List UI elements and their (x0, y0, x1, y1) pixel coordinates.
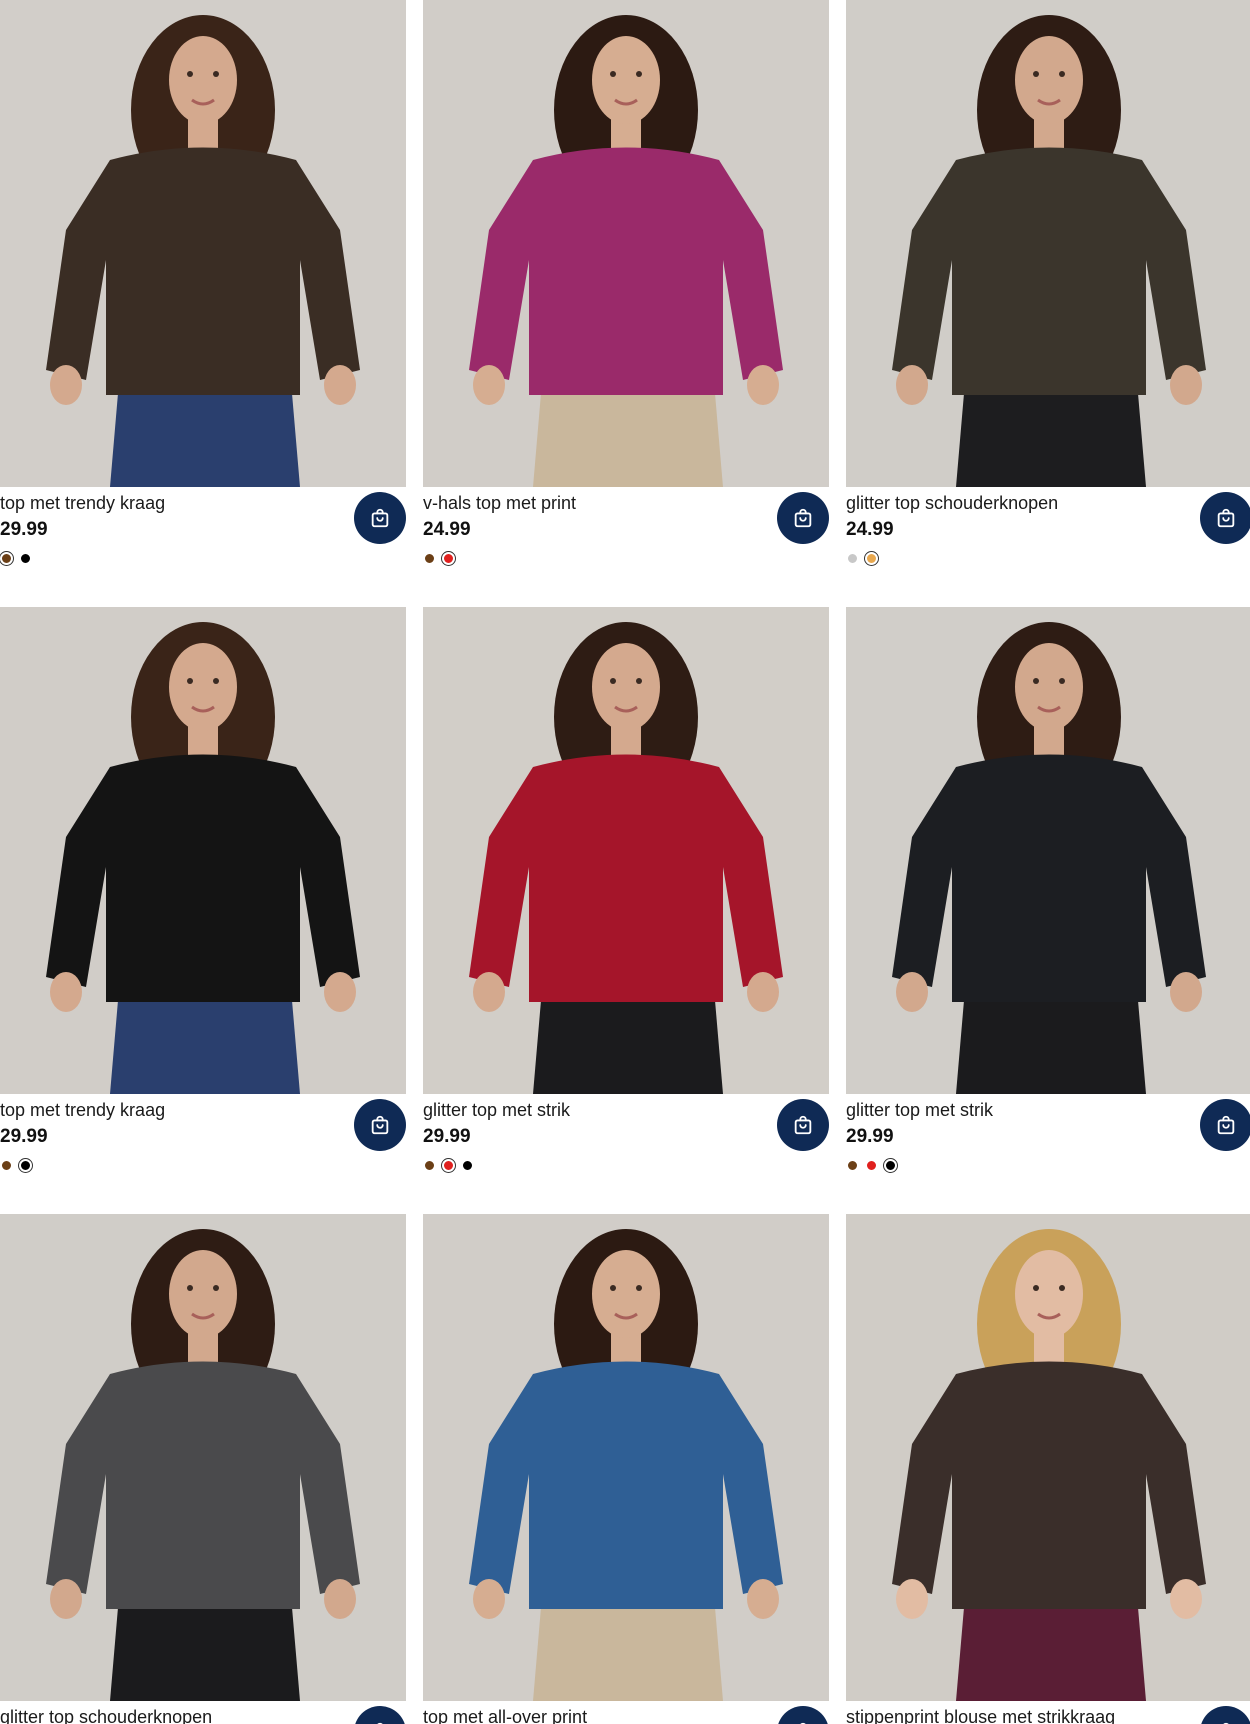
product-info: glitter top met strik 29.99 (423, 1094, 829, 1174)
product-card[interactable]: stippenprint blouse met strikkraag (846, 1214, 1250, 1724)
product-card[interactable]: top met trendy kraag 29.99 (0, 0, 406, 565)
shopping-bag-icon (1217, 1115, 1235, 1135)
product-info: top met trendy kraag 29.99 (0, 1094, 406, 1174)
product-title[interactable]: glitter top schouderknopen (846, 492, 1058, 514)
product-title[interactable]: top met all-over print (423, 1706, 587, 1724)
product-card[interactable]: glitter top met strik 29.99 (846, 607, 1250, 1172)
product-card[interactable]: v-hals top met print 24.99 (423, 0, 829, 565)
product-card[interactable]: glitter top schouderknopen 24.99 (846, 0, 1250, 565)
add-to-cart-button[interactable] (354, 1099, 406, 1151)
color-swatch[interactable] (884, 1158, 897, 1172)
product-title[interactable]: glitter top met strik (423, 1099, 570, 1121)
face-shape (1015, 643, 1083, 731)
product-info: v-hals top met print 24.99 (423, 487, 829, 567)
color-swatches (846, 551, 878, 565)
product-image[interactable] (0, 1214, 406, 1701)
model-photo (423, 607, 829, 1094)
product-title[interactable]: glitter top met strik (846, 1099, 993, 1121)
product-image[interactable] (0, 607, 406, 1094)
product-price: 24.99 (423, 519, 471, 540)
shopping-bag-icon (794, 508, 812, 528)
face-shape (592, 1250, 660, 1338)
product-info: glitter top schouderknopen 24.99 (846, 487, 1250, 567)
face-shape (169, 36, 237, 124)
product-image[interactable] (0, 0, 406, 487)
model-photo (423, 1214, 829, 1701)
shopping-bag-icon (1217, 508, 1235, 528)
product-title[interactable]: v-hals top met print (423, 492, 576, 514)
face-shape (169, 1250, 237, 1338)
shopping-bag-icon (794, 1115, 812, 1135)
product-image[interactable] (846, 0, 1250, 487)
product-price: 24.99 (846, 519, 894, 540)
model-photo (846, 0, 1250, 487)
face-shape (592, 643, 660, 731)
color-swatches (846, 1158, 897, 1172)
face-shape (592, 36, 660, 124)
product-price: 29.99 (423, 1126, 471, 1147)
color-swatch[interactable] (0, 551, 13, 565)
product-image[interactable] (423, 0, 829, 487)
color-swatch[interactable] (461, 1158, 474, 1172)
product-price: 29.99 (0, 1126, 48, 1147)
color-swatches (423, 551, 455, 565)
face-shape (169, 643, 237, 731)
color-swatch[interactable] (442, 551, 455, 565)
color-swatch[interactable] (423, 1158, 436, 1172)
product-image[interactable] (423, 1214, 829, 1701)
face-shape (1015, 1250, 1083, 1338)
model-photo (0, 0, 406, 487)
product-grid: top met trendy kraag 29.99 v-hals top me… (0, 0, 1250, 1724)
color-swatches (0, 1158, 32, 1172)
add-to-cart-button[interactable] (1200, 1099, 1250, 1151)
product-image[interactable] (423, 607, 829, 1094)
product-info: glitter top schouderknopen (0, 1701, 406, 1724)
model-photo (0, 1214, 406, 1701)
product-price: 29.99 (846, 1126, 894, 1147)
product-title[interactable]: top met trendy kraag (0, 1099, 165, 1121)
add-to-cart-button[interactable] (777, 1706, 829, 1724)
color-swatch[interactable] (19, 1158, 32, 1172)
color-swatch[interactable] (865, 551, 878, 565)
color-swatch[interactable] (865, 1158, 878, 1172)
color-swatch[interactable] (442, 1158, 455, 1172)
product-info: top met trendy kraag 29.99 (0, 487, 406, 567)
add-to-cart-button[interactable] (777, 1099, 829, 1151)
product-title[interactable]: stippenprint blouse met strikkraag (846, 1706, 1115, 1724)
add-to-cart-button[interactable] (1200, 492, 1250, 544)
product-image[interactable] (846, 607, 1250, 1094)
color-swatch[interactable] (846, 1158, 859, 1172)
color-swatches (0, 551, 32, 565)
color-swatch[interactable] (423, 551, 436, 565)
add-to-cart-button[interactable] (777, 492, 829, 544)
product-card[interactable]: glitter top schouderknopen (0, 1214, 406, 1724)
add-to-cart-button[interactable] (354, 1706, 406, 1724)
model-photo (846, 607, 1250, 1094)
add-to-cart-button[interactable] (354, 492, 406, 544)
product-image[interactable] (846, 1214, 1250, 1701)
model-photo (423, 0, 829, 487)
product-card[interactable]: glitter top met strik 29.99 (423, 607, 829, 1172)
product-info: top met all-over print (423, 1701, 829, 1724)
face-shape (1015, 36, 1083, 124)
shopping-bag-icon (371, 508, 389, 528)
product-title[interactable]: top met trendy kraag (0, 492, 165, 514)
color-swatch[interactable] (0, 1158, 13, 1172)
color-swatches (423, 1158, 474, 1172)
model-photo (0, 607, 406, 1094)
product-card[interactable]: top met all-over print (423, 1214, 829, 1724)
color-swatch[interactable] (19, 551, 32, 565)
product-info: glitter top met strik 29.99 (846, 1094, 1250, 1174)
shopping-bag-icon (371, 1115, 389, 1135)
model-photo (846, 1214, 1250, 1701)
product-card[interactable]: top met trendy kraag 29.99 (0, 607, 406, 1172)
product-price: 29.99 (0, 519, 48, 540)
product-title[interactable]: glitter top schouderknopen (0, 1706, 212, 1724)
add-to-cart-button[interactable] (1200, 1706, 1250, 1724)
color-swatch[interactable] (846, 551, 859, 565)
product-info: stippenprint blouse met strikkraag (846, 1701, 1250, 1724)
